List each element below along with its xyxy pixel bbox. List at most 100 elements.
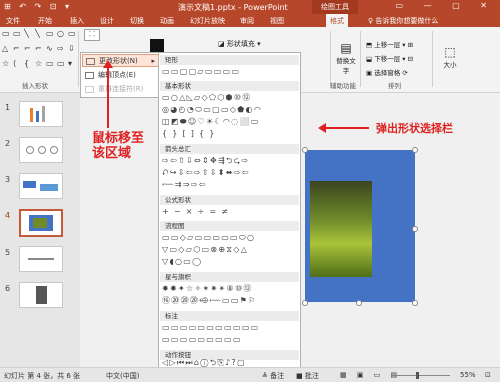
section-header: 矩形 bbox=[160, 55, 299, 65]
shape-icon[interactable]: ▭ bbox=[13, 29, 23, 43]
submenu-arrow-icon: ▸ bbox=[151, 57, 155, 65]
slide-thumbnail[interactable] bbox=[19, 173, 63, 199]
shape-row[interactable]: ▭▭◇▱▭▭▭▭▭⬭○ bbox=[162, 233, 298, 243]
shape-icon[interactable]: ○ bbox=[57, 29, 67, 43]
shape-row[interactable]: ▭▭▭▭▭▭▭▭▭ bbox=[162, 335, 298, 345]
slide-number: 2 bbox=[5, 139, 11, 148]
ribbon-tabs: 文件 开始 插入 设计 切换 动画 幻灯片放映 审阅 视图 格式 ♀ 告诉我你想… bbox=[0, 14, 500, 27]
section-header: 基本形状 bbox=[160, 81, 299, 91]
shape-row[interactable]: ⑯⑳⑳⑳⬲⬳▭▭⚑⚐ bbox=[162, 296, 298, 306]
annotation-right: 弹出形状选择栏 bbox=[376, 122, 453, 135]
resize-handle[interactable] bbox=[412, 147, 418, 153]
section-header: 流程图 bbox=[160, 221, 299, 231]
tab-review[interactable]: 审阅 bbox=[240, 16, 254, 26]
resize-handle[interactable] bbox=[412, 300, 418, 306]
tab-home[interactable]: 开始 bbox=[38, 16, 52, 26]
window-controls[interactable]: ▭ — ▢ ✕ bbox=[396, 1, 496, 10]
comments-button[interactable]: ■ 批注 bbox=[296, 371, 319, 381]
shape-icon[interactable]: ▭ bbox=[57, 59, 67, 73]
slide-thumbnail[interactable] bbox=[19, 137, 63, 163]
edit-shape-menu: 更改形状(N) ▸ 编辑顶点(E) 重排连接符(R) bbox=[80, 52, 160, 98]
shape-row[interactable]: ⇨⇦⇧⇩⇔⇕✥⇶⮌⮎⇨ bbox=[162, 156, 298, 166]
edit-shape-icon: ⸬ bbox=[89, 30, 95, 38]
shape-row[interactable]: { } [ ] { } bbox=[162, 129, 298, 139]
shape-icon[interactable]: ╲ bbox=[24, 29, 34, 43]
shape-row[interactable]: ▽◖○▭◯ bbox=[162, 257, 298, 267]
shape-icon[interactable]: ▾ bbox=[68, 59, 78, 73]
tell-me-search[interactable]: ♀ 告诉我你想要做什么 bbox=[368, 16, 438, 26]
shape-row[interactable]: ✸✹✦☆✧✶✷✴⑧⑩⑫ bbox=[162, 284, 298, 294]
tab-file[interactable]: 文件 bbox=[6, 16, 20, 26]
shape-icon[interactable]: ⇩ bbox=[68, 44, 78, 58]
section-header: 公式形状 bbox=[160, 195, 299, 205]
shape-row[interactable]: ▭▭▭▭▭▭▭▭▭▭▭ bbox=[162, 323, 298, 333]
shape-fill-button[interactable]: ◪ 形状填充 ▾ bbox=[218, 39, 261, 49]
tab-format[interactable]: 格式 bbox=[326, 14, 348, 27]
shape-row[interactable]: ▭▭▢▢▱▭▭▭▭ bbox=[162, 67, 298, 77]
shape-row[interactable]: ▽▭◇⏥⬡▭⊗⊕⧖◇△ bbox=[162, 245, 298, 255]
shape-row[interactable]: ◎◕◴◔⬭▭▢▭◇⬟◐◠ bbox=[162, 105, 298, 115]
shape-icon[interactable]: △ bbox=[2, 44, 12, 58]
shape-icon[interactable]: ▭ bbox=[46, 29, 56, 43]
shape-icon[interactable]: ▭ bbox=[46, 59, 56, 73]
resize-handle[interactable] bbox=[302, 147, 308, 153]
shape-icon[interactable]: ☆ bbox=[2, 59, 12, 73]
slide-thumbnail[interactable] bbox=[19, 101, 63, 127]
edit-shape-button[interactable]: ⸬ bbox=[84, 29, 100, 41]
alt-text-button[interactable]: ▤ 替换文字 bbox=[334, 41, 358, 75]
slide-number: 3 bbox=[5, 175, 11, 184]
size-button[interactable]: ⬚ 大小 bbox=[438, 45, 462, 69]
shape-row[interactable]: ⮏↪⇩⇦⇨⇧⇩⬍⬌⇨⇦ bbox=[162, 168, 298, 178]
annotation-arrow bbox=[107, 66, 109, 128]
send-backward-button[interactable]: ⬓ 下移一层 ▾ ⊟ bbox=[366, 53, 413, 63]
slide-number: 1 bbox=[5, 103, 11, 112]
shape-row[interactable]: ▭○△◺▱◇⬠⬡⬢⑩⑫ bbox=[162, 93, 298, 103]
shape-icon[interactable]: ∿ bbox=[46, 44, 56, 58]
section-header: 标注 bbox=[160, 311, 299, 321]
selection-pane-button[interactable]: ▣ 选择窗格 ⟳ bbox=[366, 67, 408, 77]
slide-thumbnail[interactable] bbox=[19, 282, 63, 308]
tab-view[interactable]: 视图 bbox=[270, 16, 284, 26]
slide-number: 5 bbox=[5, 248, 11, 257]
slide-thumbnail-selected[interactable] bbox=[19, 209, 63, 237]
shape-row[interactable]: + − × ÷ = ≠ bbox=[162, 207, 298, 217]
language-indicator[interactable]: 中文(中国) bbox=[106, 371, 139, 381]
grass-photo[interactable] bbox=[310, 181, 372, 277]
shape-icon[interactable]: ⟨ bbox=[13, 59, 23, 73]
notes-button[interactable]: ≜ 备注 bbox=[262, 371, 284, 381]
bring-forward-button[interactable]: ⬒ 上移一层 ▾ ⊞ bbox=[366, 39, 413, 49]
shape-row[interactable]: ◫◩⬬☺♡☀☾◠◌⬜▭ bbox=[162, 117, 298, 127]
insert-shapes-gallery[interactable]: ▭ ▭ ╲ ╲ ▭ ○ ▭ △ ⌐ ⌐ ⌐ ∿ ⇨ ⇩ ☆ ⟨{☆ ▭ ▭ ▾ bbox=[2, 29, 76, 73]
resize-handle[interactable] bbox=[412, 226, 418, 232]
tab-transitions[interactable]: 切换 bbox=[130, 16, 144, 26]
shape-icon[interactable]: ☆ bbox=[35, 59, 45, 73]
insert-shapes-label: 插入形状 bbox=[22, 82, 48, 90]
shape-icon[interactable]: ╲ bbox=[35, 29, 45, 43]
slide-thumbnail[interactable] bbox=[19, 246, 63, 272]
tab-design[interactable]: 设计 bbox=[100, 16, 114, 26]
shape-icon[interactable]: ▭ bbox=[2, 29, 12, 43]
shape-row[interactable]: ⬳⇉⇒⇨⇦ bbox=[162, 180, 298, 190]
slide-number: 6 bbox=[5, 284, 11, 293]
section-header: 星与旗帜 bbox=[160, 272, 299, 282]
edit-points-menu-item[interactable]: 编辑顶点(E) bbox=[82, 69, 159, 82]
tab-insert[interactable]: 插入 bbox=[70, 16, 84, 26]
resize-handle[interactable] bbox=[356, 300, 362, 306]
shape-icon[interactable]: { bbox=[24, 59, 34, 73]
change-shape-menu-item[interactable]: 更改形状(N) ▸ bbox=[82, 54, 159, 67]
tab-animations[interactable]: 动画 bbox=[160, 16, 174, 26]
tab-slideshow[interactable]: 幻灯片放映 bbox=[190, 16, 225, 26]
quick-access-toolbar[interactable]: ⊞ ↶ ↷ ⊡ ▾ bbox=[4, 2, 72, 11]
zoom-level[interactable]: 55% bbox=[460, 371, 476, 379]
zoom-slider[interactable] bbox=[392, 375, 450, 376]
fit-window-icon[interactable]: ⊡ bbox=[485, 371, 491, 379]
shape-icon[interactable]: ▭ bbox=[68, 29, 78, 43]
shape-icon[interactable]: ⇨ bbox=[57, 44, 67, 58]
divider bbox=[432, 31, 433, 87]
zoom-slider-thumb[interactable] bbox=[416, 372, 419, 379]
edit-points-icon bbox=[85, 72, 94, 79]
resize-handle[interactable] bbox=[302, 300, 308, 306]
shape-icon[interactable]: ⌐ bbox=[35, 44, 45, 58]
shape-icon[interactable]: ⌐ bbox=[24, 44, 34, 58]
shape-icon[interactable]: ⌐ bbox=[13, 44, 23, 58]
